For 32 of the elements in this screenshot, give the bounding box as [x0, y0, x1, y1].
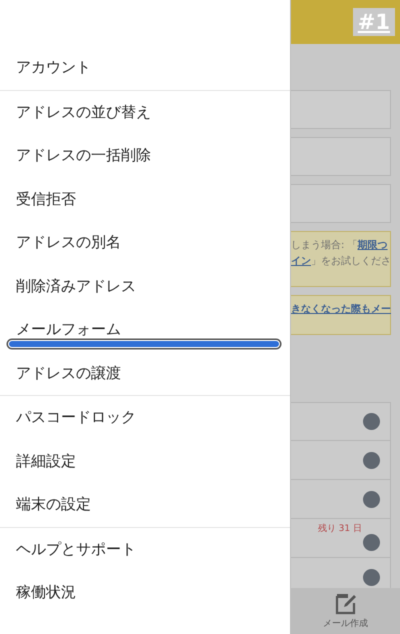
notice-link[interactable]: きなくなった際もメー [291, 302, 391, 318]
list-row[interactable] [291, 441, 391, 480]
list-row[interactable] [291, 480, 391, 519]
status-dot-icon [363, 413, 380, 430]
menu-item[interactable]: 端末の設定 [16, 495, 91, 514]
notice-text: 」をお試しくださ [311, 254, 391, 269]
menu-item[interactable]: 受信拒否 [16, 190, 76, 209]
menu-item[interactable]: ヘルプとサポート [16, 540, 136, 559]
notice-link[interactable]: イン [291, 254, 311, 270]
menu-item[interactable]: メールフォーム [16, 320, 121, 340]
menu-item[interactable]: アドレスの譲渡 [16, 364, 121, 383]
menu-item[interactable]: 稼働状況 [16, 583, 76, 602]
menu-item[interactable]: 詳細設定 [16, 452, 76, 471]
input-field[interactable] [291, 90, 391, 129]
menu-item[interactable]: アドレスの別名 [16, 233, 121, 252]
input-field[interactable] [291, 184, 391, 223]
list-row[interactable] [291, 402, 391, 441]
compose-button[interactable]: メール作成 [291, 588, 400, 634]
status-dot-icon [363, 452, 380, 468]
menu-item[interactable]: アカウント [16, 58, 91, 78]
remaining-days: 残り 31 日 [318, 522, 362, 535]
notice-link[interactable]: 期限つ [358, 238, 388, 254]
input-field[interactable] [291, 137, 391, 176]
menu-item[interactable]: パスコードロック [16, 408, 136, 428]
status-dot-icon [363, 568, 380, 586]
status-dot-icon [363, 534, 380, 550]
compose-icon [334, 592, 358, 614]
menu-item[interactable]: 削除済みアドレス [16, 276, 136, 296]
status-dot-icon [363, 490, 380, 508]
menu-item[interactable]: アドレスの並び替え [16, 102, 151, 122]
menu-item[interactable]: アドレスの一括削除 [16, 146, 151, 166]
notice-text: しまう場合: 「 [291, 238, 358, 253]
